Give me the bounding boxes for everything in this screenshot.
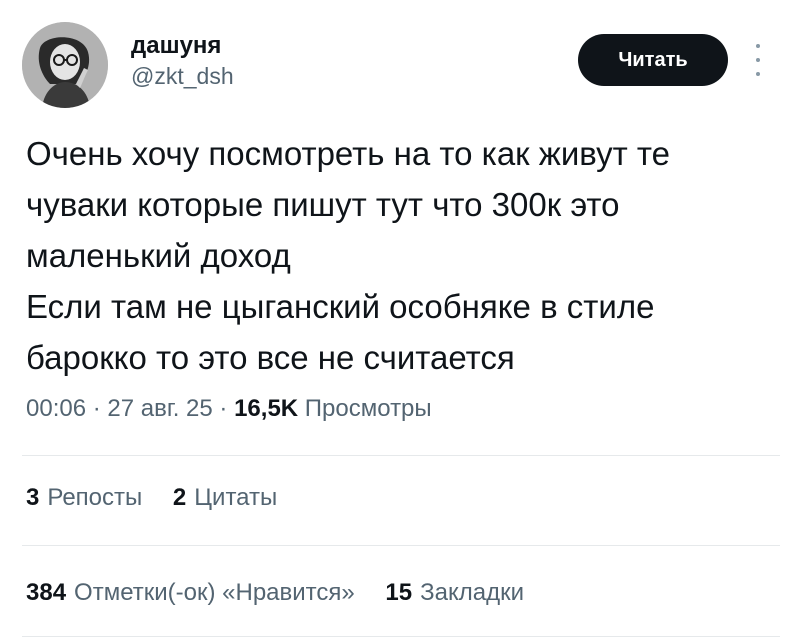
- divider: [22, 636, 780, 637]
- divider: [22, 455, 780, 456]
- tweet-text: Очень хочу посмотреть на то как живут те…: [26, 135, 670, 376]
- dot: [756, 44, 760, 48]
- dot: [756, 72, 760, 76]
- views-label: Просмотры: [304, 395, 432, 422]
- dot: [756, 58, 760, 62]
- divider: [22, 545, 780, 546]
- bookmarks-stat[interactable]: 15 Закладки: [385, 578, 524, 608]
- tweet-date[interactable]: 27 авг. 25: [107, 395, 212, 422]
- likes-label: Отметки(-ок) «Нравится»: [74, 579, 355, 606]
- vertical-dots-icon[interactable]: [748, 40, 768, 80]
- views-count: 16,5K: [234, 395, 299, 422]
- meta-separator: ·: [219, 395, 228, 422]
- reposts-stat[interactable]: 3 Репосты: [26, 483, 142, 513]
- profile-photo-icon: [22, 22, 108, 108]
- tweet-meta: 00:06 · 27 авг. 25 · 16,5K Просмотры: [26, 394, 432, 424]
- quotes-stat[interactable]: 2 Цитаты: [173, 483, 277, 513]
- author-handle[interactable]: @zkt_dsh: [131, 62, 234, 90]
- reposts-label: Репосты: [47, 484, 143, 511]
- bookmarks-label: Закладки: [420, 579, 524, 606]
- follow-button[interactable]: Читать: [578, 34, 728, 86]
- author-display-name[interactable]: дашуня: [131, 32, 221, 60]
- stats-row-reposts: 3 Репосты 2 Цитаты: [26, 483, 301, 513]
- tweet-time[interactable]: 00:06: [26, 395, 86, 422]
- meta-separator: ·: [92, 395, 101, 422]
- stats-row-likes: 384 Отметки(-ок) «Нравится» 15 Закладки: [26, 578, 548, 608]
- quotes-label: Цитаты: [194, 484, 278, 511]
- likes-count: 384: [26, 579, 67, 606]
- reposts-count: 3: [26, 484, 40, 511]
- avatar[interactable]: [22, 22, 108, 108]
- quotes-count: 2: [172, 484, 187, 511]
- likes-stat[interactable]: 384 Отметки(-ок) «Нравится»: [26, 578, 355, 608]
- bookmarks-count: 15: [385, 579, 413, 606]
